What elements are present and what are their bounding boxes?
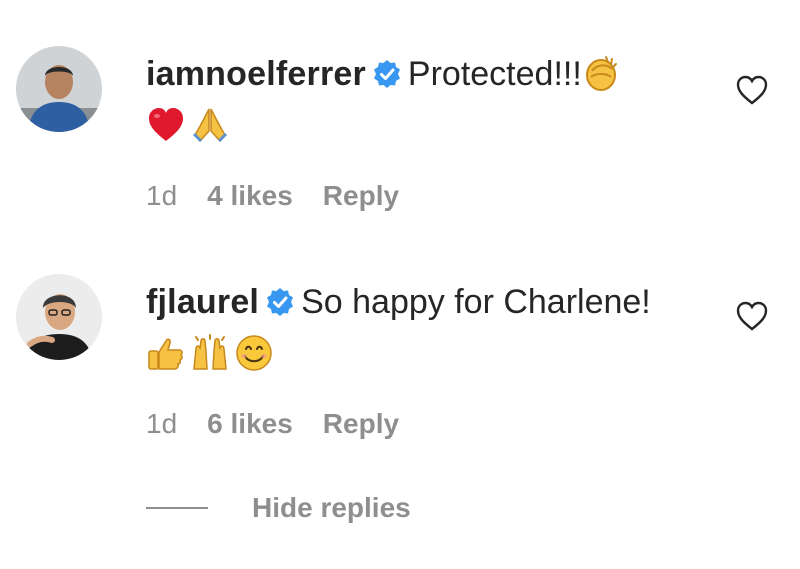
username[interactable]: iamnoelferrer xyxy=(146,55,366,93)
username[interactable]: fjlaurel xyxy=(146,283,259,321)
comment-age: 1d xyxy=(146,408,178,439)
divider-line xyxy=(146,507,208,509)
comment-text: Protected!!! xyxy=(407,55,582,93)
hide-replies-button[interactable]: Hide replies xyxy=(252,492,411,524)
comment-meta: 1d 4 likes Reply xyxy=(146,180,399,212)
clapping-hands-icon xyxy=(582,53,622,93)
avatar-image xyxy=(16,274,102,360)
comment-meta: 1d 6 likes Reply xyxy=(146,408,399,440)
like-heart-icon[interactable] xyxy=(734,72,770,108)
reply-button[interactable]: Reply xyxy=(323,408,399,440)
likes-count[interactable]: 6 likes xyxy=(207,408,293,440)
like-heart-icon[interactable] xyxy=(734,298,770,334)
red-heart-icon xyxy=(146,105,186,145)
verified-badge-icon xyxy=(265,287,295,317)
avatar-image xyxy=(16,46,102,132)
thumbs-up-icon xyxy=(146,333,186,373)
smiling-face-icon xyxy=(234,333,274,373)
comment-text: So happy for Charlene! xyxy=(301,283,651,321)
avatar[interactable] xyxy=(16,46,102,132)
likes-count[interactable]: 4 likes xyxy=(207,180,293,212)
comment-age: 1d xyxy=(146,180,178,211)
verified-badge-icon xyxy=(372,59,402,89)
comment-body: fjlaurel So happy for Charlene! xyxy=(146,276,716,380)
raising-hands-icon xyxy=(190,333,230,373)
folded-hands-icon xyxy=(190,105,230,145)
reply-button[interactable]: Reply xyxy=(323,180,399,212)
avatar[interactable] xyxy=(16,274,102,360)
comment-body: iamnoelferrer Protected!!! xyxy=(146,48,716,152)
hide-replies-row[interactable]: Hide replies xyxy=(146,492,411,524)
